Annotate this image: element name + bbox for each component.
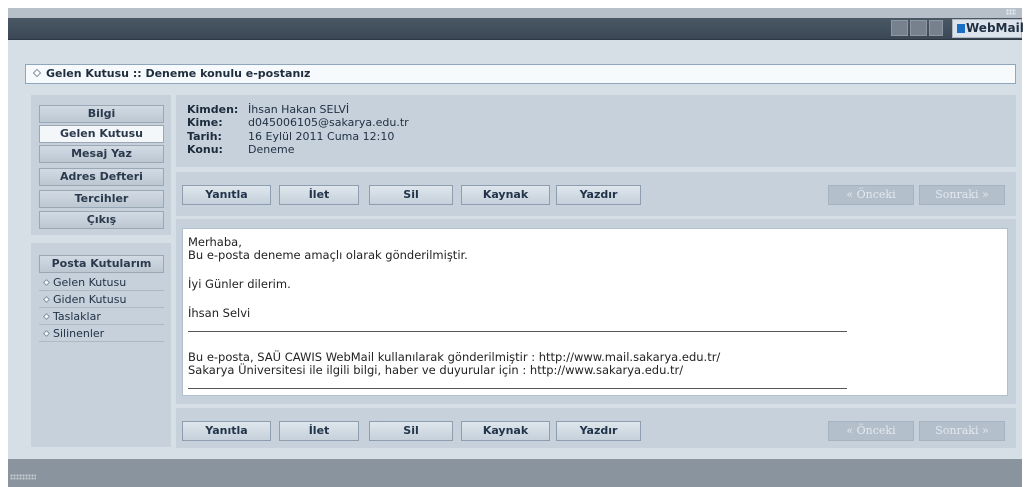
delete-button[interactable]: Sil: [369, 185, 453, 205]
from-value: İhsan Hakan SELVİ: [248, 103, 350, 116]
sidebar-folders-panel: [31, 243, 171, 447]
reply-button[interactable]: Yanıtla: [182, 185, 271, 205]
date-label: Tarih:: [187, 130, 222, 143]
resize-grip-icon[interactable]: [1006, 9, 1016, 15]
to-label: Kime:: [187, 116, 223, 129]
folder-label: Taslaklar: [53, 310, 101, 323]
title-bar: [8, 18, 1022, 40]
body-signature: İhsan Selvi: [188, 306, 251, 320]
nav-item-mesaj-yaz[interactable]: Mesaj Yaz: [39, 145, 164, 163]
folder-item-taslaklar[interactable]: Taslaklar: [39, 309, 164, 325]
titlebar-square-icon: [929, 20, 943, 36]
previous-button[interactable]: « Önceki: [828, 185, 914, 205]
source-button[interactable]: Kaynak: [461, 185, 550, 205]
titlebar-square-icon: [891, 20, 908, 36]
folder-item-gelen-kutusu[interactable]: Gelen Kutusu: [39, 275, 164, 291]
forward-button[interactable]: İlet: [279, 185, 359, 205]
divider: [188, 331, 847, 332]
brand-square-icon: [957, 24, 965, 33]
breadcrumb-text: Gelen Kutusu :: Deneme konulu e-postanız: [46, 67, 311, 80]
from-label: Kimden:: [187, 103, 239, 116]
folder-label: Silinenler: [53, 327, 105, 340]
folder-item-giden-kutusu[interactable]: Giden Kutusu: [39, 292, 164, 308]
body-footer: Bu e-posta, SAÜ CAWIS WebMail kullanılar…: [188, 350, 721, 364]
folder-item-silinenler[interactable]: Silinenler: [39, 326, 164, 342]
nav-item-gelen-kutusu[interactable]: Gelen Kutusu: [39, 125, 164, 143]
nav-item-tercihler[interactable]: Tercihler: [39, 190, 164, 208]
breadcrumb: Gelen Kutusu :: Deneme konulu e-postanız: [25, 64, 1016, 84]
folder-label: Giden Kutusu: [53, 293, 127, 306]
print-button[interactable]: Yazdır: [556, 185, 641, 205]
subject-label: Konu:: [187, 143, 223, 156]
to-value: d045006105@sakarya.edu.tr: [248, 116, 409, 129]
body-line: Bu e-posta deneme amaçlı olarak gönderil…: [188, 248, 468, 262]
diamond-icon: [42, 329, 51, 338]
diamond-icon: [42, 278, 51, 287]
resize-grip-icon[interactable]: [10, 474, 36, 480]
body-line: İyi Günler dilerim.: [188, 277, 291, 291]
window-top-strip: [8, 8, 1022, 18]
print-button[interactable]: Yazdır: [556, 421, 641, 441]
source-button[interactable]: Kaynak: [461, 421, 550, 441]
reply-button[interactable]: Yanıtla: [182, 421, 271, 441]
body-greeting: Merhaba,: [188, 235, 242, 249]
brand-label: WebMail: [966, 21, 1024, 35]
diamond-icon: [32, 68, 42, 78]
nav-item-bilgi[interactable]: Bilgi: [39, 105, 164, 123]
nav-item-cikis[interactable]: Çıkış: [39, 211, 164, 229]
previous-button[interactable]: « Önceki: [828, 421, 914, 441]
folders-title: Posta Kutularım: [39, 255, 164, 273]
folder-label: Gelen Kutusu: [53, 276, 127, 289]
body-footer: Sakarya Üniversitesi ile ilgili bilgi, h…: [188, 363, 684, 377]
diamond-icon: [42, 312, 51, 321]
forward-button[interactable]: İlet: [279, 421, 359, 441]
window-bottom-strip: [8, 459, 1022, 487]
next-button[interactable]: Sonraki »: [919, 421, 1005, 441]
webmail-brand: WebMail: [952, 19, 1024, 38]
next-button[interactable]: Sonraki »: [919, 185, 1005, 205]
titlebar-square-icon: [910, 20, 927, 36]
delete-button[interactable]: Sil: [369, 421, 453, 441]
date-value: 16 Eylül 2011 Cuma 12:10: [248, 130, 395, 143]
subject-value: Deneme: [248, 143, 295, 156]
diamond-icon: [42, 295, 51, 304]
nav-item-adres-defteri[interactable]: Adres Defteri: [39, 168, 164, 186]
divider: [188, 388, 847, 389]
